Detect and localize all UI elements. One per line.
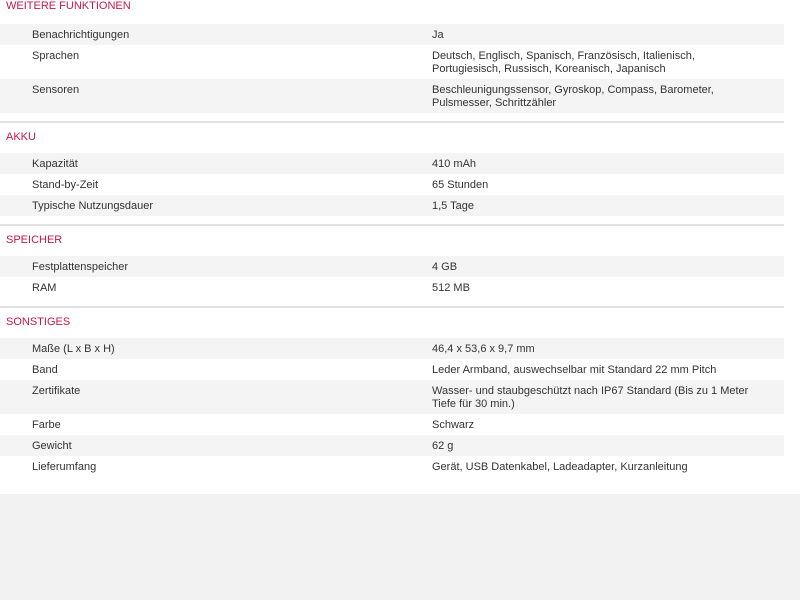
spec-rows: Maße (L x B x H) 46,4 x 53,6 x 9,7 mm Ba… — [0, 338, 784, 477]
spec-row: Sprachen Deutsch, Englisch, Spanisch, Fr… — [0, 45, 784, 79]
spec-value: Ja — [432, 29, 444, 41]
spec-value: Wasser- und staubgeschützt nach IP67 Sta… — [432, 385, 749, 410]
spec-row: Zertifikate Wasser- und staubgeschützt n… — [0, 380, 784, 414]
spec-value: Beschleunigungssensor, Gyroskop, Compass… — [432, 84, 714, 109]
spec-label: Typische Nutzungsdauer — [32, 200, 154, 212]
spec-label: Zertifikate — [32, 385, 81, 397]
spec-row: Festplattenspeicher 4 GB — [0, 256, 784, 277]
spec-label: Maße (L x B x H) — [32, 343, 115, 355]
spec-label: Benachrichtigungen — [32, 29, 130, 41]
page: WEITERE FUNKTIONEN Benachrichtigungen Ja… — [0, 0, 800, 600]
spec-row: Farbe Schwarz — [0, 414, 784, 435]
spec-label: RAM — [32, 282, 57, 294]
right-gutter — [784, 0, 800, 494]
spec-rows: Festplattenspeicher 4 GB RAM 512 MB — [0, 256, 784, 298]
spec-value: 512 MB — [432, 282, 470, 294]
spec-value: Schwarz — [432, 419, 475, 431]
section-sonstiges: SONSTIGES Maße (L x B x H) 46,4 x 53,6 x… — [0, 308, 784, 477]
spec-row: Benachrichtigungen Ja — [0, 24, 784, 45]
spec-row: Gewicht 62 g — [0, 435, 784, 456]
spec-value: 1,5 Tage — [432, 200, 475, 212]
spec-value: Gerät, USB Datenkabel, Ladeadapter, Kurz… — [432, 461, 688, 473]
spec-value: Leder Armband, auswechselbar mit Standar… — [432, 364, 717, 376]
footer-background — [0, 494, 800, 600]
spec-label: Sprachen — [32, 50, 80, 62]
spec-value: 62 g — [432, 440, 454, 452]
spec-row: Typische Nutzungsdauer 1,5 Tage — [0, 195, 784, 216]
spec-label: Gewicht — [32, 440, 72, 452]
spec-value: Deutsch, Englisch, Spanisch, Französisch… — [432, 50, 695, 75]
spec-value: 410 mAh — [432, 158, 477, 170]
spec-value: 4 GB — [432, 261, 458, 273]
spec-label: Farbe — [32, 419, 61, 431]
spec-table: WEITERE FUNKTIONEN Benachrichtigungen Ja… — [0, 0, 784, 477]
section-title: SPEICHER — [6, 234, 63, 246]
spec-row: Kapazität 410 mAh — [0, 153, 784, 174]
section-title: WEITERE FUNKTIONEN — [6, 0, 131, 12]
spec-row: Maße (L x B x H) 46,4 x 53,6 x 9,7 mm — [0, 338, 784, 359]
spec-rows: Kapazität 410 mAh Stand-by-Zeit 65 Stund… — [0, 153, 784, 216]
section-akku: AKKU Kapazität 410 mAh Stand-by-Zeit 65 … — [0, 123, 784, 226]
spec-label: Stand-by-Zeit — [32, 179, 99, 191]
spec-label: Lieferumfang — [32, 461, 97, 473]
spec-value: 46,4 x 53,6 x 9,7 mm — [432, 343, 535, 355]
section-title: SONSTIGES — [6, 316, 71, 328]
spec-row: Lieferumfang Gerät, USB Datenkabel, Lade… — [0, 456, 784, 477]
section-title: AKKU — [6, 131, 36, 143]
spec-value: 65 Stunden — [432, 179, 489, 191]
spec-row: RAM 512 MB — [0, 277, 784, 298]
spec-label: Kapazität — [32, 158, 78, 170]
spec-row: Stand-by-Zeit 65 Stunden — [0, 174, 784, 195]
spec-rows: Benachrichtigungen Ja Sprachen Deutsch, … — [0, 24, 784, 113]
section-weitere-funktionen: WEITERE FUNKTIONEN Benachrichtigungen Ja… — [0, 0, 784, 123]
spec-row: Band Leder Armband, auswechselbar mit St… — [0, 359, 784, 380]
spec-label: Sensoren — [32, 84, 80, 96]
spec-label: Festplattenspeicher — [32, 261, 128, 273]
spec-label: Band — [32, 364, 58, 376]
spec-row: Sensoren Beschleunigungssensor, Gyroskop… — [0, 79, 784, 113]
section-speicher: SPEICHER Festplattenspeicher 4 GB RAM 51… — [0, 226, 784, 308]
